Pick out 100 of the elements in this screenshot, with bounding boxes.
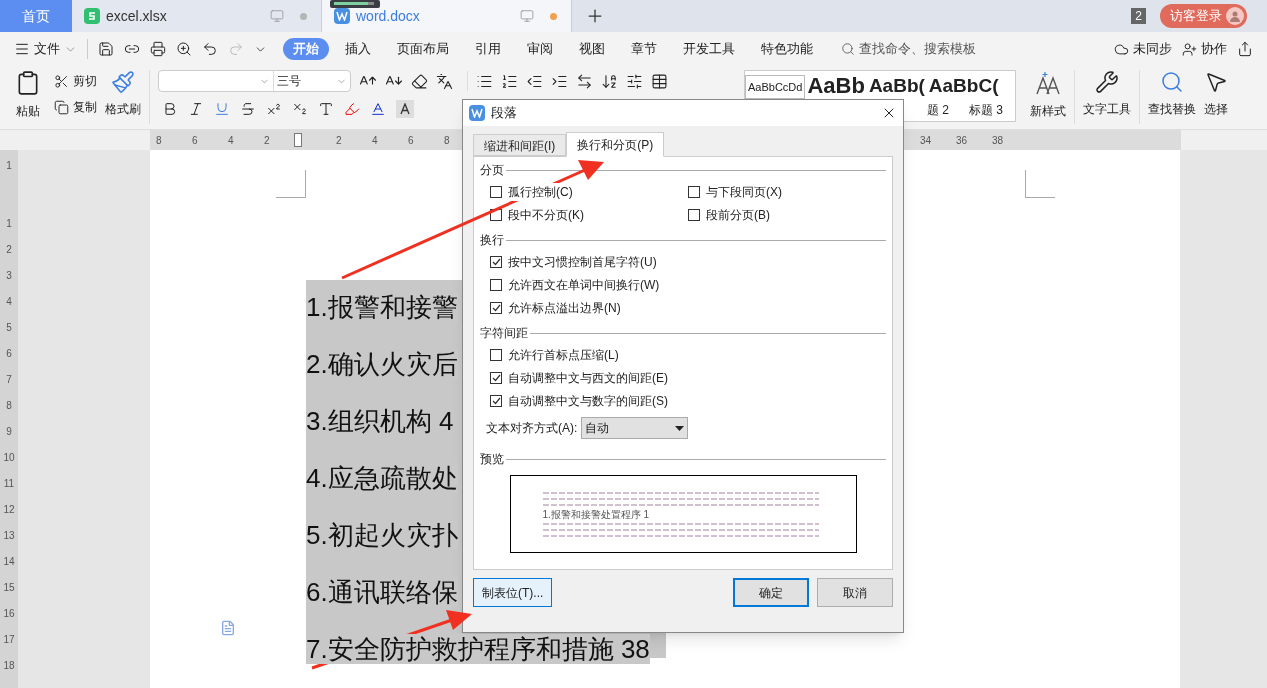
bold-icon[interactable] — [162, 101, 178, 117]
cancel-button[interactable]: 取消 — [817, 578, 893, 607]
toggle-icon[interactable] — [626, 72, 643, 90]
paste-button[interactable]: 粘贴 — [10, 70, 46, 120]
shading-icon[interactable] — [396, 100, 414, 118]
sync-button[interactable]: 未同步 — [1114, 39, 1172, 59]
superscript-icon[interactable] — [266, 101, 282, 117]
ribbon-tab[interactable]: 章节 — [621, 38, 667, 60]
checkbox[interactable] — [490, 395, 502, 407]
italic-icon[interactable] — [188, 101, 204, 117]
sort-icon[interactable] — [601, 72, 618, 90]
format-painter-button[interactable]: 格式刷 — [105, 70, 141, 118]
file-tab[interactable]: excel.xlsx — [72, 0, 322, 32]
print-icon[interactable] — [150, 41, 166, 57]
collab-button[interactable]: 协作 — [1182, 39, 1227, 59]
wrench-icon[interactable] — [1095, 70, 1119, 94]
ribbon-tab[interactable]: 特色功能 — [751, 38, 823, 60]
checkbox[interactable] — [490, 349, 502, 361]
brush-icon[interactable] — [111, 70, 135, 94]
ribbon-tab[interactable]: 开发工具 — [673, 38, 745, 60]
file-tab[interactable]: word.docx — [322, 0, 572, 32]
add-user-icon[interactable] — [1182, 41, 1197, 57]
checkbox-label[interactable]: 与下段同页(X) — [706, 183, 782, 201]
checkbox[interactable] — [490, 302, 502, 314]
ruler-number: 38 — [991, 133, 1005, 148]
text-effect-icon[interactable] — [318, 101, 334, 117]
checkbox-label[interactable]: 孤行控制(C) — [508, 183, 573, 201]
phonetic-icon[interactable] — [436, 72, 453, 90]
ruler-number: 7 — [6, 373, 12, 387]
align-select[interactable]: 自动 — [581, 417, 689, 439]
scissors-icon[interactable] — [54, 73, 69, 89]
highlight-icon[interactable] — [344, 101, 360, 117]
style-preview[interactable]: AaBbC( — [926, 73, 1001, 99]
style-preview[interactable]: AaBbCcDd — [745, 75, 806, 99]
underline-icon[interactable] — [214, 101, 230, 117]
style-preview[interactable]: AaBb — [805, 73, 867, 99]
checkbox[interactable] — [490, 372, 502, 384]
dialog-tab[interactable]: 换行和分页(P) — [566, 132, 665, 157]
styles-icon — [1035, 70, 1061, 96]
checkbox-label[interactable]: 自动调整中文与西文的间距(E) — [508, 369, 668, 387]
pointer-icon[interactable] — [1204, 70, 1228, 94]
share-icon[interactable] — [1237, 41, 1253, 57]
ruler-number: 15 — [3, 581, 15, 595]
menu-icon[interactable] — [14, 41, 30, 57]
spacing-icon[interactable] — [576, 72, 593, 90]
find-replace-button[interactable]: 查找替换 — [1148, 70, 1196, 118]
window-count[interactable]: 2 — [1131, 8, 1146, 24]
search-icon[interactable] — [1160, 70, 1184, 94]
text-tools-button[interactable]: 文字工具 — [1083, 70, 1131, 118]
style-preview[interactable]: AaBb( — [866, 73, 927, 99]
select-button[interactable]: 选择 — [1204, 70, 1228, 118]
checkbox[interactable] — [490, 256, 502, 268]
checkbox-label[interactable]: 允许行首标点压缩(L) — [508, 346, 619, 364]
checkbox-label[interactable]: 段前分页(B) — [706, 206, 770, 224]
checkbox[interactable] — [490, 186, 502, 198]
new-style-button[interactable]: 新样式 — [1030, 70, 1066, 120]
undo-icon[interactable] — [202, 41, 218, 57]
command-search[interactable]: 查找命令、搜索模板 — [841, 39, 976, 59]
save-icon[interactable] — [98, 41, 114, 57]
ruler-number: 6 — [6, 347, 12, 361]
checkbox[interactable] — [688, 209, 700, 221]
ribbon-tab[interactable]: 视图 — [569, 38, 615, 60]
ok-button[interactable]: 确定 — [733, 578, 809, 607]
subscript-icon[interactable] — [292, 101, 308, 117]
dialog-tab[interactable]: 缩进和间距(I) — [473, 134, 567, 156]
copy-button[interactable]: 复制 — [54, 98, 97, 116]
style-label[interactable]: 题 2 — [926, 101, 949, 119]
ribbon-tab[interactable]: 引用 — [465, 38, 511, 60]
checkbox-label[interactable]: 段中不分页(K) — [508, 206, 584, 224]
cloud-icon[interactable] — [1114, 41, 1129, 57]
font-color-icon[interactable] — [370, 101, 386, 117]
ribbon-tab[interactable]: 插入 — [335, 38, 381, 60]
ruler-number: 11 — [3, 477, 15, 491]
ruler-number: 3 — [6, 269, 12, 283]
ribbon-tab[interactable]: 页面布局 — [387, 38, 459, 60]
checkbox-label[interactable]: 自动调整中文与数字的间距(S) — [508, 392, 668, 410]
checkbox[interactable] — [688, 186, 700, 198]
ruler-number: 17 — [3, 633, 15, 647]
checkbox-label[interactable]: 按中文习惯控制首尾字符(U) — [508, 253, 657, 271]
tab-stops-button[interactable]: 制表位(T)... — [473, 578, 553, 607]
search-icon[interactable] — [841, 42, 855, 56]
copy-icon[interactable] — [54, 99, 69, 115]
table-icon[interactable] — [651, 72, 668, 90]
indent-marker-icon[interactable] — [294, 133, 302, 147]
checkbox-label[interactable]: 允许西文在单词中间换行(W) — [508, 276, 660, 294]
eraser-icon[interactable] — [411, 72, 428, 90]
numbered-list-icon[interactable] — [501, 72, 518, 90]
dialog-title: 段落 — [491, 104, 517, 123]
ribbon-tab[interactable]: 审阅 — [517, 38, 563, 60]
strikethrough-icon[interactable] — [240, 101, 256, 117]
margin-corner — [276, 170, 306, 198]
ruler-number: 5 — [6, 321, 12, 335]
ruler-number: 8 — [155, 133, 163, 148]
ruler-number: 13 — [3, 529, 15, 543]
file-menu[interactable]: 文件 — [14, 39, 77, 59]
checkbox[interactable] — [490, 279, 502, 291]
style-label[interactable]: 标题 3 — [969, 101, 1003, 119]
checkbox-label[interactable]: 允许标点溢出边界(N) — [508, 299, 621, 317]
cut-button[interactable]: 剪切 — [54, 72, 97, 90]
print-preview-icon[interactable] — [176, 41, 192, 57]
